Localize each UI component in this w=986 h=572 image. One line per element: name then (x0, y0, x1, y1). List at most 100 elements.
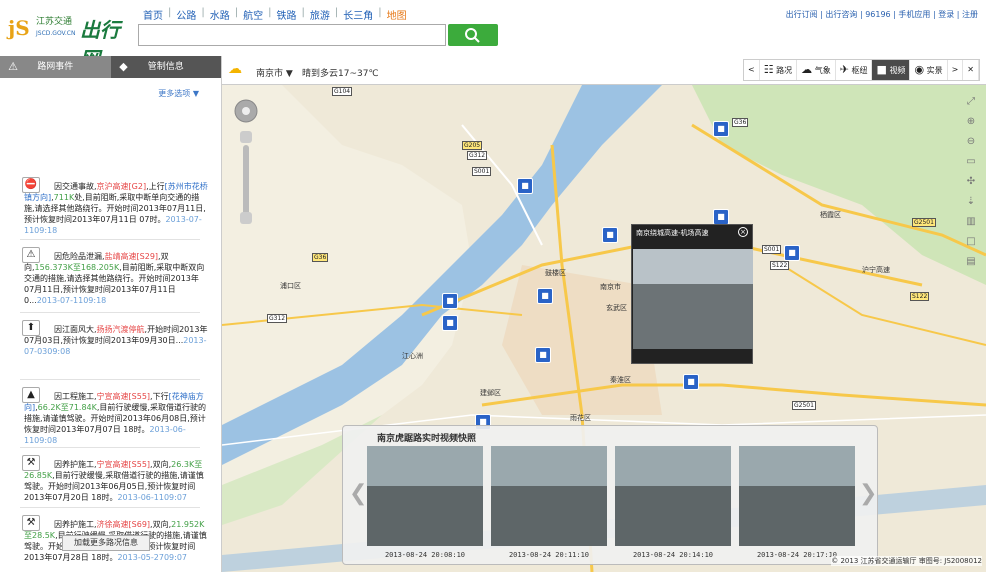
camera-marker-icon[interactable]: ■ (683, 374, 699, 390)
event-text: ,上行 (146, 182, 165, 191)
place-label: 雨花区 (570, 414, 591, 422)
map-canvas[interactable]: ⤢ ⊕ ⊖ ▭ ✣ ⇣ ▥ □ ▤ 栖霞区 鼓楼区 南京市 玄武区 浦口区 建邺区 秦淮区雨… (222, 85, 986, 572)
divider (20, 239, 200, 240)
search-icon (465, 28, 480, 43)
roadwork-icon: ⚒ (22, 455, 40, 471)
chevron-left-icon[interactable]: ❮ (349, 481, 367, 506)
event-road[interactable]: 京沪高速[G2] (97, 182, 147, 191)
nav-home[interactable]: 首页 (138, 7, 168, 22)
event-item[interactable]: ▲ 因工程施工,宁宣高速[S55],下行[花神庙方向],66.2K至71.84K,… (22, 387, 208, 446)
camera-marker-icon[interactable]: ■ (713, 209, 729, 225)
strip-title: 南京虎踞路实时视频快照 (377, 434, 477, 444)
video-snapshot[interactable] (633, 249, 753, 349)
nav-map[interactable]: 地图 (382, 7, 412, 22)
roadwork-icon: ⚒ (22, 515, 40, 531)
tool-realview[interactable]: ◉ 实景 (910, 60, 948, 80)
event-road[interactable]: 宁宣高速[S55] (97, 460, 151, 469)
tool-video[interactable]: ■ 视频 (872, 60, 911, 80)
event-text: ,双向, (150, 460, 172, 469)
road-shield: G205 (462, 141, 483, 150)
layer-icon[interactable]: □ (962, 233, 980, 253)
event-item[interactable]: ⚒ 因养护施工,宁宣高速[S55],双向,26.3K至26.85K,目前行驶缓慢,… (22, 455, 208, 503)
road-shield: G104 (332, 87, 353, 96)
trash-icon[interactable]: ▥ (962, 213, 980, 233)
site-logo[interactable]: jS 江苏交通 JSCD.GOV.CN 出行网 (8, 14, 128, 71)
zoom-out-icon[interactable]: ⊖ (962, 133, 980, 153)
tool-video-label: 视频 (889, 66, 906, 75)
nav-aviation[interactable]: 航空 (238, 7, 268, 22)
pan-control-icon (234, 99, 258, 224)
road-shield: S001 (472, 167, 492, 176)
print-icon[interactable]: ▤ (962, 253, 980, 273)
no-entry-icon: ⛔ (22, 177, 40, 193)
logo-mark: jS (8, 16, 30, 40)
thumbnail-time: 2013-08-24 20:11:10 (508, 551, 590, 559)
zoom-control[interactable] (234, 97, 258, 227)
tool-weather[interactable]: ☁ 气象 (797, 60, 836, 80)
car-icon: ⚠ (8, 60, 18, 73)
nav-highway[interactable]: 公路 (171, 7, 201, 22)
shield-icon: ◆ (119, 60, 128, 73)
tab-control-info[interactable]: ◆ 管制信息 (111, 56, 222, 78)
copyright: © 2013 江苏省交通运输厅 审图号: JS2008012 (831, 556, 982, 566)
tab-road-events-label: 路网事件 (37, 62, 74, 72)
place-label: 江心洲 (402, 352, 423, 360)
event-text: 因养护施工, (54, 460, 97, 469)
event-item[interactable]: ⛔ 因交通事故,京沪高速[G2],上行[苏州市花桥镇方向],711K处,目前阻断,… (22, 177, 208, 236)
place-label: 浦口区 (280, 282, 301, 290)
nav-railway[interactable]: 铁路 (272, 7, 302, 22)
event-time: 2013-05-2709:07 (117, 553, 187, 562)
thumbnail[interactable]: 2013-08-24 20:08:10 (367, 446, 483, 559)
thumbnail[interactable]: 2013-08-24 20:17:10 (739, 446, 855, 559)
settings-tools-icon[interactable]: ✕ (963, 60, 979, 80)
nav-yangtze-delta[interactable]: 长三角 (338, 7, 378, 22)
event-item[interactable]: ⬆ 因江面风大,扬扬汽渡停航,开始时间2013年07月03日,预计恢复时间2013… (22, 320, 208, 357)
thumbnail[interactable]: 2013-08-24 20:14:10 (615, 446, 731, 559)
camera-marker-icon[interactable]: ■ (517, 178, 533, 194)
event-road[interactable]: 盐靖高速[S29] (105, 252, 159, 261)
close-icon[interactable]: × (738, 227, 748, 237)
search-input[interactable] (138, 24, 446, 46)
header: jS 江苏交通 JSCD.GOV.CN 出行网 首页| 公路| 水路| 航空| … (0, 0, 986, 71)
tab-control-info-label: 管制信息 (147, 62, 184, 72)
event-time: 2013-06-1109:07 (117, 493, 187, 502)
place-label: 栖霞区 (820, 211, 841, 219)
next-icon[interactable]: > (948, 60, 964, 80)
tab-road-events[interactable]: ⚠ 路网事件 (0, 56, 111, 78)
camera-marker-icon[interactable]: ■ (602, 227, 618, 243)
place-label: 建邺区 (480, 389, 501, 397)
video-popup: 南京绕城高速-机场高速 × (631, 224, 753, 364)
construction-icon: ▲ (22, 387, 40, 403)
chevron-right-icon[interactable]: ❯ (859, 481, 877, 506)
marker-icon[interactable]: ⇣ (962, 193, 980, 213)
fullscreen-icon[interactable]: ⤢ (962, 93, 980, 113)
camera-marker-icon[interactable]: ■ (535, 347, 551, 363)
more-options-link[interactable]: 更多选项 ▼ (158, 88, 199, 99)
camera-marker-icon[interactable]: ■ (784, 245, 800, 261)
camera-marker-icon[interactable]: ■ (442, 315, 458, 331)
event-item[interactable]: ⚠ 因危险品泄漏,盐靖高速[S29],双向,156.373K至168.205K,目… (22, 247, 208, 306)
pan-icon[interactable]: ✣ (962, 173, 980, 193)
zoom-in-icon[interactable]: ⊕ (962, 113, 980, 133)
load-more-button[interactable]: 加载更多路况信息 (62, 535, 150, 551)
ruler-icon[interactable]: ▭ (962, 153, 980, 173)
camera-marker-icon[interactable]: ■ (537, 288, 553, 304)
event-road[interactable]: 扬扬汽渡停航 (97, 325, 145, 334)
top-links[interactable]: 出行订阅 | 出行咨询 | 96196 | 手机应用 | 登录 | 注册 (786, 9, 978, 20)
nav-travel[interactable]: 旅游 (305, 7, 335, 22)
nav-waterway[interactable]: 水路 (205, 7, 235, 22)
tool-traffic[interactable]: ☷ 路况 (760, 60, 798, 80)
plane-icon: ✈ (839, 63, 849, 76)
prev-icon[interactable]: < (744, 60, 760, 80)
cloud-icon: ☁ (801, 63, 813, 76)
camera-marker-icon[interactable]: ■ (713, 121, 729, 137)
road-shield: G312 (467, 151, 488, 160)
search-button[interactable] (448, 24, 498, 46)
tool-hub[interactable]: ✈ 枢纽 (836, 60, 873, 80)
event-road[interactable]: 宁宣高速[S55] (97, 392, 151, 401)
event-road[interactable]: 济徐高速[S69] (97, 520, 151, 529)
thumbnail[interactable]: 2013-08-24 20:11:10 (491, 446, 607, 559)
tool-weather-label: 气象 (814, 66, 831, 75)
camera-marker-icon[interactable]: ■ (442, 293, 458, 309)
city-select[interactable]: 南京市 ▼ (256, 66, 293, 79)
